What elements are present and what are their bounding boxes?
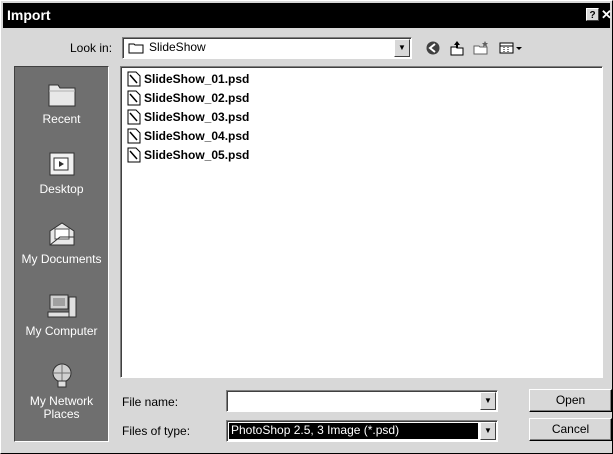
psd-file-icon bbox=[127, 71, 141, 87]
up-folder-icon[interactable] bbox=[448, 39, 466, 57]
help-button[interactable]: ? bbox=[586, 8, 599, 21]
open-button[interactable]: Open bbox=[529, 389, 612, 412]
file-item[interactable]: SlideShow_03.psd bbox=[127, 109, 249, 125]
file-type-select[interactable]: PhotoShop 2.5, 3 Image (*.psd) ▼ bbox=[226, 420, 498, 442]
place-network[interactable]: My Network Places bbox=[15, 361, 108, 421]
place-desktop[interactable]: Desktop bbox=[15, 149, 108, 196]
new-folder-icon[interactable] bbox=[472, 39, 490, 57]
network-places-icon bbox=[52, 363, 71, 388]
psd-file-icon bbox=[127, 147, 141, 163]
desktop-icon bbox=[49, 152, 74, 176]
import-dialog: Import ? ✕ Look in: SlideShow ▼ Recent D… bbox=[0, 0, 613, 454]
view-menu-icon[interactable] bbox=[498, 39, 524, 57]
psd-file-icon bbox=[127, 90, 141, 106]
place-label: My Computer bbox=[25, 324, 98, 338]
file-item[interactable]: SlideShow_01.psd bbox=[127, 71, 249, 87]
chevron-down-icon: ▼ bbox=[484, 426, 492, 435]
place-label: Recent bbox=[42, 112, 81, 126]
chevron-down-icon: ▼ bbox=[398, 43, 406, 52]
cancel-button[interactable]: Cancel bbox=[529, 418, 612, 441]
place-my-computer[interactable]: My Computer bbox=[15, 291, 108, 338]
title-bar[interactable]: Import ? ✕ bbox=[3, 3, 612, 28]
file-name: SlideShow_01.psd bbox=[144, 72, 250, 86]
close-button[interactable]: ✕ bbox=[601, 8, 612, 21]
psd-file-icon bbox=[127, 109, 141, 125]
file-item[interactable]: SlideShow_04.psd bbox=[127, 128, 249, 144]
place-label: Desktop bbox=[39, 182, 84, 196]
my-documents-icon bbox=[49, 222, 74, 246]
file-name-input[interactable]: ▼ bbox=[226, 390, 498, 412]
file-name: SlideShow_02.psd bbox=[144, 91, 250, 105]
my-computer-icon bbox=[47, 294, 76, 318]
file-list[interactable]: SlideShow_01.psd SlideShow_02.psd SlideS… bbox=[120, 66, 603, 378]
chevron-down-icon: ▼ bbox=[484, 396, 492, 405]
file-name-dropdown-button[interactable]: ▼ bbox=[480, 392, 496, 410]
file-type-dropdown-button[interactable]: ▼ bbox=[480, 422, 496, 440]
recent-folder-icon bbox=[48, 84, 75, 107]
place-label: My Network Places bbox=[29, 394, 94, 421]
psd-file-icon bbox=[127, 128, 141, 144]
file-name: SlideShow_04.psd bbox=[144, 129, 250, 143]
file-type-label: Files of type: bbox=[122, 424, 191, 438]
places-bar: Recent Desktop My Documents My Computer … bbox=[14, 66, 109, 442]
folder-icon bbox=[128, 43, 144, 54]
look-in-label: Look in: bbox=[70, 41, 113, 55]
look-in-value: SlideShow bbox=[149, 40, 206, 54]
file-name: SlideShow_03.psd bbox=[144, 110, 250, 124]
file-item[interactable]: SlideShow_05.psd bbox=[127, 147, 249, 163]
back-icon[interactable] bbox=[424, 39, 442, 57]
look-in-combo[interactable]: SlideShow ▼ bbox=[122, 37, 412, 59]
file-type-value: PhotoShop 2.5, 3 Image (*.psd) bbox=[231, 423, 400, 437]
place-my-documents[interactable]: My Documents bbox=[15, 219, 108, 266]
file-item[interactable]: SlideShow_02.psd bbox=[127, 90, 249, 106]
place-recent[interactable]: Recent bbox=[15, 79, 108, 126]
file-name: SlideShow_05.psd bbox=[144, 148, 250, 162]
place-label: My Documents bbox=[21, 252, 102, 266]
window-title: Import bbox=[7, 7, 51, 23]
file-name-label: File name: bbox=[122, 395, 179, 409]
look-in-dropdown-button[interactable]: ▼ bbox=[394, 39, 410, 57]
